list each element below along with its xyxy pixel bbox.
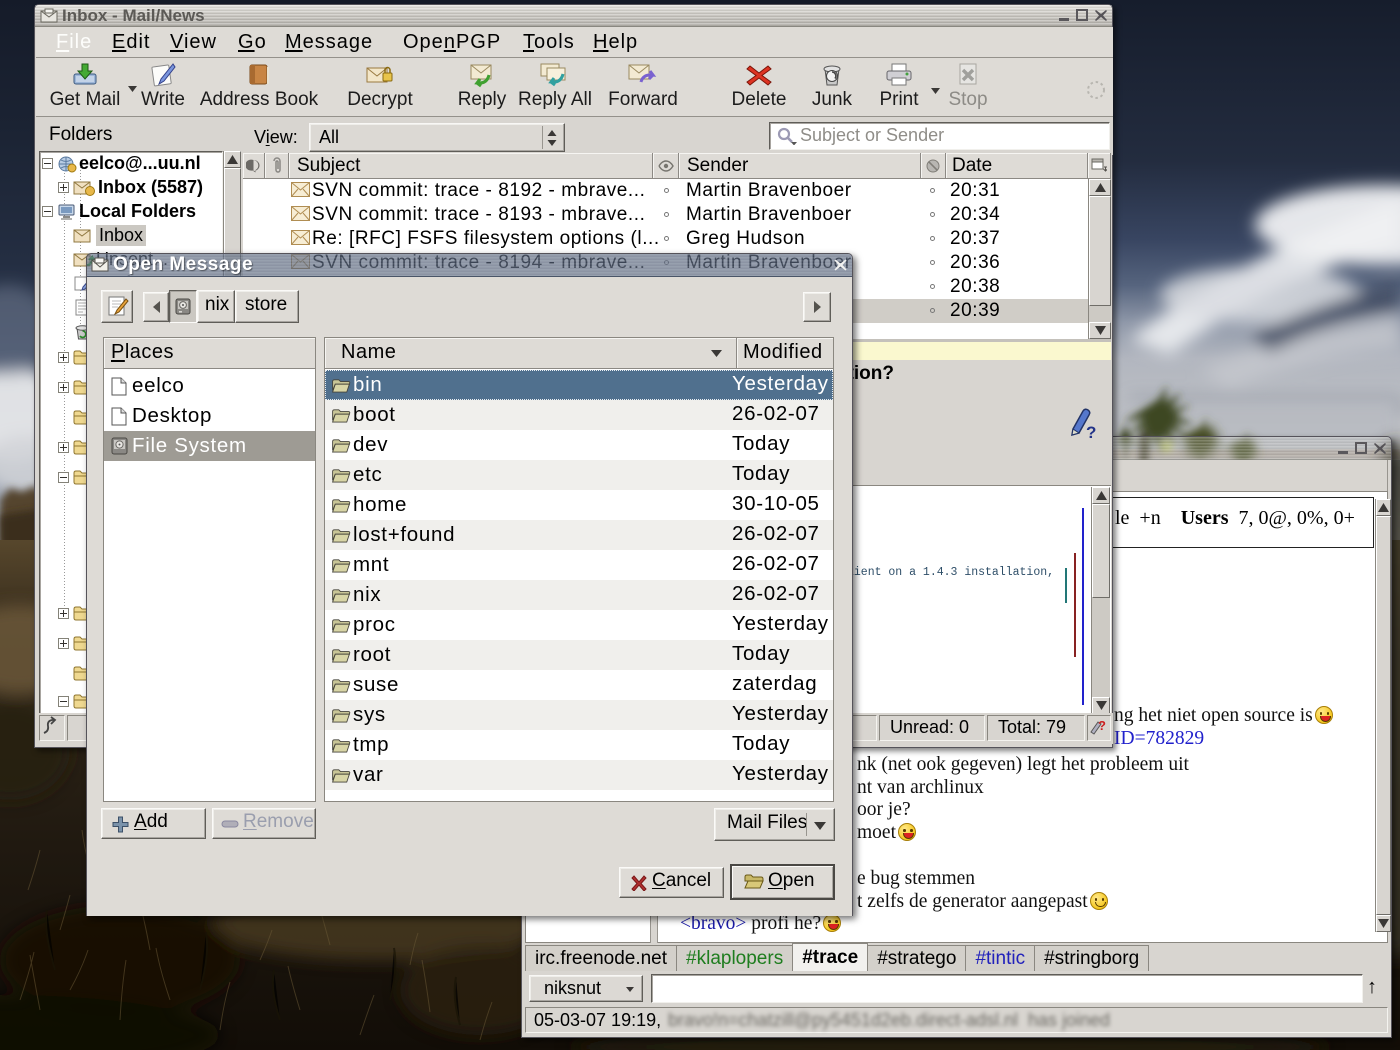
svg-text:?: ? — [1098, 718, 1106, 733]
svg-text:?: ? — [1086, 423, 1096, 439]
